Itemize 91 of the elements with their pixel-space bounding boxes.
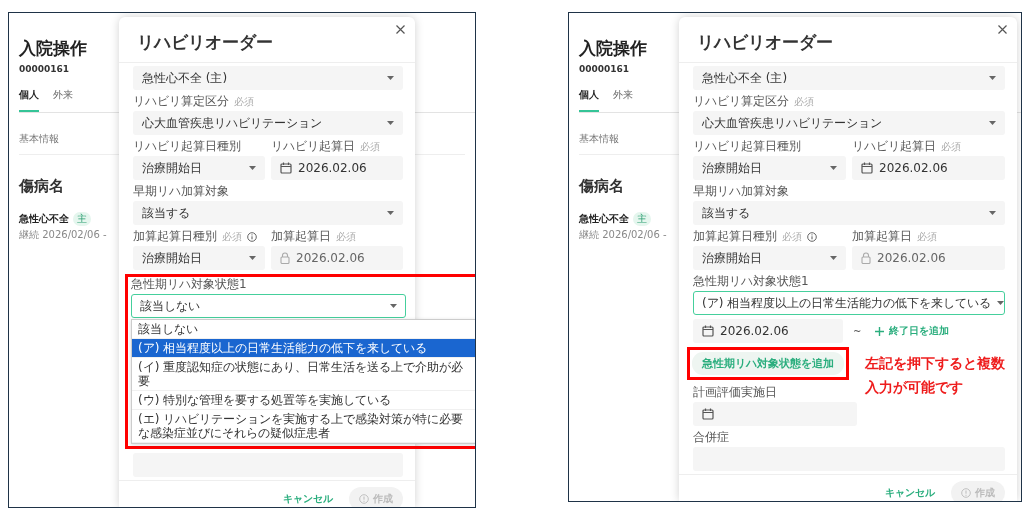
field-label: 急性期リハ対象状態1 — [693, 273, 809, 290]
select-field[interactable]: 急性心不全 (主) — [133, 66, 403, 90]
annotation-note: 左記を押下すると複数入力が可能です — [865, 354, 1006, 397]
select-field[interactable]: 治療開始日 — [133, 246, 265, 270]
section-title: 傷病名 — [579, 177, 624, 196]
dropdown-caret-icon — [390, 304, 397, 308]
field-label: 加算起算日種別 — [133, 228, 217, 245]
select-field[interactable]: 治療開始日 — [133, 156, 265, 180]
date-field[interactable]: 2026.02.06 — [271, 246, 403, 270]
dialog-title: リハビリオーダー — [697, 31, 834, 54]
diagnosis-detail: 継続 2026/02/06 - — [579, 228, 667, 242]
page-title: 入院操作 — [19, 37, 87, 60]
field-label: 早期リハ加算対象 — [133, 183, 229, 200]
dropdown-caret-icon — [387, 211, 394, 215]
dropdown-caret-icon — [249, 256, 256, 260]
select-field[interactable]: 該当しない — [131, 294, 406, 318]
field-label: 合併症 — [693, 429, 729, 446]
diagnosis-name: 急性心不全 — [579, 212, 629, 226]
main-tag: 主 — [73, 212, 91, 226]
sub-tab[interactable]: 基本情報 — [19, 133, 59, 144]
field-label: リハビリ起算日種別 — [693, 138, 801, 155]
calendar-icon — [861, 162, 873, 174]
diagnosis-detail: 継続 2026/02/06 - — [19, 228, 107, 242]
field-label: 加算起算日 — [271, 228, 331, 245]
required-tag: 必須 — [222, 229, 242, 244]
tab[interactable]: 個人 — [579, 88, 599, 112]
alert-icon — [359, 494, 369, 504]
patient-id: 00000161 — [19, 64, 70, 74]
required-tag: 必須 — [336, 229, 356, 244]
range-separator: ~ — [853, 325, 862, 337]
calendar-icon — [280, 162, 292, 174]
calendar-icon — [702, 325, 714, 337]
field-label: リハビリ起算日種別 — [133, 138, 241, 155]
field-label: 計画評価実施日 — [693, 384, 777, 401]
dropdown-option[interactable]: (エ) リハビリテーションを実施する上で感染対策が特に必要な感染症並びにそれらの疑似症患者 — [132, 410, 475, 443]
main-tag: 主 — [633, 212, 651, 226]
date-field[interactable]: 2026.02.06 — [852, 246, 1005, 270]
date-field[interactable]: 2026.02.06 — [852, 156, 1005, 180]
diagnosis-name: 急性心不全 — [19, 212, 69, 226]
select-field[interactable]: 心大血管疾患リハビリテーション — [133, 111, 403, 135]
field-label: 加算起算日 — [852, 228, 912, 245]
date-field[interactable]: 2026.02.06 — [693, 319, 843, 343]
lock-icon — [280, 252, 290, 264]
dialog-title: リハビリオーダー — [137, 31, 274, 54]
close-icon[interactable] — [394, 23, 407, 36]
required-tag: 必須 — [917, 229, 937, 244]
dropdown-option[interactable]: (イ) 重度認知症の状態にあり、日常生活を送る上で介助が必要 — [132, 358, 475, 391]
tab[interactable]: 外来 — [613, 88, 633, 112]
field-label: 加算起算日種別 — [693, 228, 777, 245]
dropdown-caret-icon — [989, 76, 996, 80]
required-tag: 必須 — [941, 139, 961, 154]
dropdown-caret-icon — [997, 301, 1005, 305]
dropdown-caret-icon — [387, 121, 394, 125]
lock-icon — [861, 252, 871, 264]
dropdown-option[interactable]: (ア) 相当程度以上の日常生活能力の低下を来している — [132, 339, 475, 358]
calendar-icon — [702, 408, 714, 420]
dropdown-option[interactable]: (ウ) 特別な管理を要する処置等を実施している — [132, 391, 475, 410]
required-tag: 必須 — [782, 229, 802, 244]
plus-icon — [875, 326, 885, 336]
required-tag: 必須 — [360, 139, 380, 154]
close-icon[interactable] — [996, 23, 1009, 36]
dropdown-caret-icon — [387, 76, 394, 80]
tab[interactable]: 外来 — [53, 88, 73, 112]
field-label: リハビリ算定区分 — [133, 93, 229, 110]
date-field[interactable]: 2026.02.06 — [271, 156, 403, 180]
tab[interactable]: 個人 — [19, 88, 39, 112]
required-tag: 必須 — [234, 94, 254, 109]
select-field[interactable]: 治療開始日 — [693, 246, 846, 270]
field-label: リハビリ起算日 — [852, 138, 936, 155]
page-title: 入院操作 — [579, 37, 647, 60]
select-field[interactable]: 該当する — [693, 201, 1005, 225]
field-label: 急性期リハ対象状態1 — [131, 276, 247, 293]
select-field[interactable]: (ア) 相当程度以上の日常生活能力の低下を来している — [693, 291, 1005, 315]
date-field[interactable] — [693, 402, 857, 426]
select-field[interactable]: 心大血管疾患リハビリテーション — [693, 111, 1005, 135]
select-field[interactable]: 治療開始日 — [693, 156, 846, 180]
section-title: 傷病名 — [19, 177, 64, 196]
patient-id: 00000161 — [579, 64, 630, 74]
dropdown-caret-icon — [989, 121, 996, 125]
dropdown-caret-icon — [249, 166, 256, 170]
select-field[interactable]: 該当する — [133, 201, 403, 225]
dropdown-caret-icon — [830, 166, 837, 170]
alert-icon — [961, 488, 971, 498]
field-label: リハビリ算定区分 — [693, 93, 789, 110]
required-tag: 必須 — [794, 94, 814, 109]
field-label: リハビリ起算日 — [271, 138, 355, 155]
field-label: 早期リハ加算対象 — [693, 183, 789, 200]
sub-tab[interactable]: 基本情報 — [579, 133, 619, 144]
select-field[interactable]: 急性心不全 (主) — [693, 66, 1005, 90]
dropdown-caret-icon — [830, 256, 837, 260]
dropdown-caret-icon — [989, 211, 996, 215]
